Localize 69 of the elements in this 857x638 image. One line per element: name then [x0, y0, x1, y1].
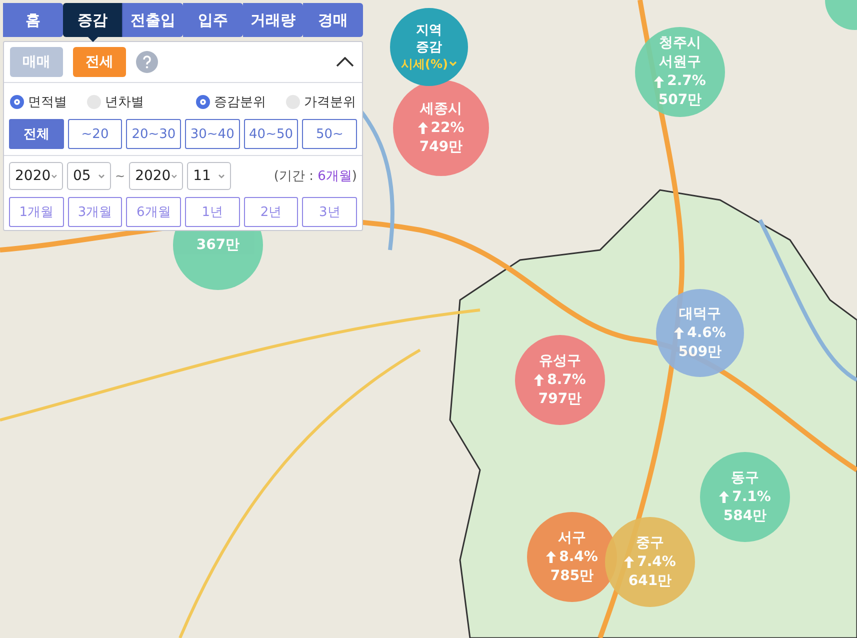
change-value: 7.1% — [719, 488, 771, 506]
nav-tab[interactable]: 증감 — [63, 3, 123, 37]
price-amount: 509만 — [678, 342, 722, 362]
area-filter-button[interactable]: 전체 — [9, 119, 64, 149]
month-select[interactable]: 11 — [187, 162, 232, 190]
area-filter-button[interactable]: ~20 — [68, 119, 122, 149]
range-separator: ~ — [115, 169, 126, 183]
period-button[interactable]: 6개월 — [126, 197, 182, 227]
collapse-icon[interactable] — [334, 55, 356, 69]
change-value: 8.7% — [534, 370, 586, 390]
change-value: 2.7% — [654, 72, 706, 91]
nav-tab[interactable]: 홈 — [3, 3, 63, 37]
change-value: 22% — [418, 118, 464, 138]
period-text: (기간 : 6개월) — [274, 168, 357, 185]
change-value: 8.4% — [546, 548, 598, 566]
price-amount: 584만 — [723, 506, 767, 526]
up-arrow-icon — [719, 491, 730, 503]
price-amount: 641만 — [628, 572, 672, 590]
radio-option[interactable]: 가격분위 — [286, 93, 356, 111]
up-arrow-icon — [418, 122, 428, 134]
change-value: 7.4% — [624, 552, 676, 572]
radio-option[interactable]: 면적별 — [10, 93, 67, 111]
up-arrow-icon — [546, 551, 556, 563]
period-button[interactable]: 3년 — [302, 197, 358, 227]
chevron-down-icon — [170, 174, 178, 178]
up-arrow-icon — [534, 374, 544, 386]
legend-label: 지역 — [416, 22, 442, 38]
up-arrow-icon — [674, 327, 684, 339]
nav-tab[interactable]: 경매 — [303, 3, 363, 37]
price-amount: 507만 — [658, 91, 702, 110]
period-button[interactable]: 2년 — [244, 197, 298, 227]
region-name: 청주시 — [659, 34, 701, 53]
chevron-down-icon — [50, 174, 57, 178]
area-filter-button[interactable]: 20~30 — [126, 119, 182, 149]
area-filter-button[interactable]: 30~40 — [185, 119, 240, 149]
price-amount: 797만 — [538, 390, 582, 408]
nav-tab[interactable]: 거래량 — [243, 3, 303, 37]
deal-type-button[interactable]: 전세 — [73, 47, 126, 77]
period-button[interactable]: 1년 — [185, 197, 240, 227]
legend-label: 증감 — [416, 38, 442, 56]
year-select[interactable]: 2020 — [129, 162, 184, 190]
chevron-down-icon — [449, 61, 457, 67]
region-name: 대덕구 — [679, 304, 721, 324]
up-arrow-icon — [654, 76, 664, 88]
region-name: 유성구 — [539, 352, 581, 370]
up-arrow-icon — [624, 556, 634, 568]
chevron-down-icon — [218, 174, 226, 178]
region-name: 세종시 — [420, 100, 462, 118]
price-amount: 785만 — [550, 566, 594, 586]
region-name: 동구 — [731, 468, 759, 488]
region-name: 중구 — [636, 534, 664, 552]
month-select[interactable]: 05 — [67, 162, 111, 190]
area-filter-button[interactable]: 50~ — [302, 119, 358, 149]
chevron-down-icon — [98, 174, 105, 178]
area-filter-button[interactable]: 40~50 — [244, 119, 298, 149]
nav-tab[interactable]: 입주 — [183, 3, 243, 37]
period-button[interactable]: 3개월 — [68, 197, 122, 227]
price-amount: 367만 — [196, 236, 240, 254]
radio-option[interactable]: 증감분위 — [196, 93, 266, 111]
region-name: 서원구 — [659, 53, 701, 72]
year-select[interactable]: 2020 — [9, 162, 63, 190]
region-name: 서구 — [558, 528, 586, 548]
radio-option[interactable]: 년차별 — [87, 93, 144, 111]
period-button[interactable]: 1개월 — [9, 197, 64, 227]
region-bubble[interactable]: 세종시 22% 749만 — [393, 80, 489, 176]
nav-tab[interactable]: 전출입 — [123, 3, 183, 37]
help-icon[interactable] — [136, 51, 158, 73]
change-value: 4.6% — [674, 324, 726, 342]
price-amount: 749만 — [419, 138, 463, 156]
